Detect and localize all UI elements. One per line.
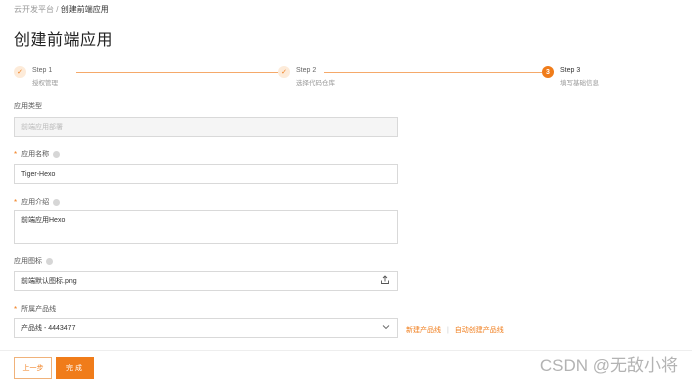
- step-3: 3 Step 3 填写基础信息: [542, 66, 599, 88]
- app-icon-label: 应用图标: [14, 256, 53, 266]
- help-icon[interactable]: [53, 150, 61, 158]
- auto-create-product-line-link[interactable]: 自动创建产品线: [455, 327, 504, 334]
- required-mark: *: [14, 304, 18, 314]
- finish-button[interactable]: 完成: [56, 357, 94, 379]
- link-separator: |: [446, 327, 449, 334]
- app-intro-label: * 应用介绍: [14, 197, 61, 207]
- app-icon-upload-field[interactable]: 前端默认图标.png: [14, 271, 398, 291]
- step-3-desc: 填写基础信息: [560, 80, 599, 87]
- new-product-line-link[interactable]: 新建产品线: [406, 327, 441, 334]
- app-type-label-text: 应用类型: [14, 103, 42, 110]
- chevron-down-icon: [382, 324, 390, 332]
- app-intro-value: 前端应用Hexo: [21, 217, 66, 224]
- prev-step-button[interactable]: 上一步: [14, 357, 52, 379]
- breadcrumb: 云开发平台 / 创建前端应用: [14, 4, 109, 15]
- required-mark: *: [14, 197, 18, 207]
- app-intro-textarea[interactable]: 前端应用Hexo: [14, 210, 398, 244]
- step-2-desc: 选择代码仓库: [296, 80, 335, 87]
- upload-icon[interactable]: [380, 275, 390, 287]
- app-type-placeholder: 前端应用部署: [21, 124, 63, 131]
- watermark: CSDN @无敌小将: [539, 356, 678, 375]
- product-line-select[interactable]: 产品线 - 4443477: [14, 318, 398, 338]
- breadcrumb-current: 创建前端应用: [60, 5, 109, 14]
- breadcrumb-parent-link[interactable]: 云开发平台: [14, 5, 54, 14]
- help-icon[interactable]: [53, 198, 61, 206]
- app-type-label: 应用类型: [14, 101, 42, 111]
- step-2-check-icon: ✓: [278, 66, 290, 78]
- step-1-desc: 授权管理: [32, 80, 58, 87]
- step-2-title: Step 2: [296, 67, 317, 74]
- app-name-value: Tiger-Hexo: [21, 170, 56, 178]
- product-line-label: * 所属产品线: [14, 304, 56, 314]
- app-name-label-text: 应用名称: [21, 151, 50, 158]
- app-icon-label-text: 应用图标: [14, 258, 42, 265]
- app-name-label: * 应用名称: [14, 149, 61, 159]
- help-icon[interactable]: [46, 257, 53, 265]
- step-3-number: 3: [542, 66, 554, 78]
- step-connector-2: [324, 72, 542, 73]
- step-1-check-icon: ✓: [14, 66, 26, 78]
- step-2: ✓ Step 2 选择代码仓库: [278, 66, 335, 88]
- step-1-title: Step 1: [32, 67, 53, 74]
- breadcrumb-separator: /: [56, 5, 59, 14]
- step-1: ✓ Step 1 授权管理: [14, 66, 58, 88]
- step-connector-1: [76, 72, 278, 73]
- app-name-input[interactable]: Tiger-Hexo: [14, 164, 398, 184]
- required-mark: *: [14, 149, 18, 159]
- step-3-title: Step 3: [560, 67, 581, 74]
- page-title: 创建前端应用: [14, 32, 114, 49]
- product-line-value: 产品线 - 4443477: [21, 325, 76, 332]
- product-line-links: 新建产品线 | 自动创建产品线: [406, 325, 504, 335]
- app-icon-filename: 前端默认图标.png: [21, 278, 77, 285]
- product-line-label-text: 所属产品线: [21, 306, 57, 313]
- app-type-field: 前端应用部署: [14, 117, 398, 137]
- steps-progress: ✓ Step 1 授权管理 ✓ Step 2 选择代码仓库 3 Step 3 填…: [14, 66, 678, 90]
- app-intro-label-text: 应用介绍: [21, 199, 50, 206]
